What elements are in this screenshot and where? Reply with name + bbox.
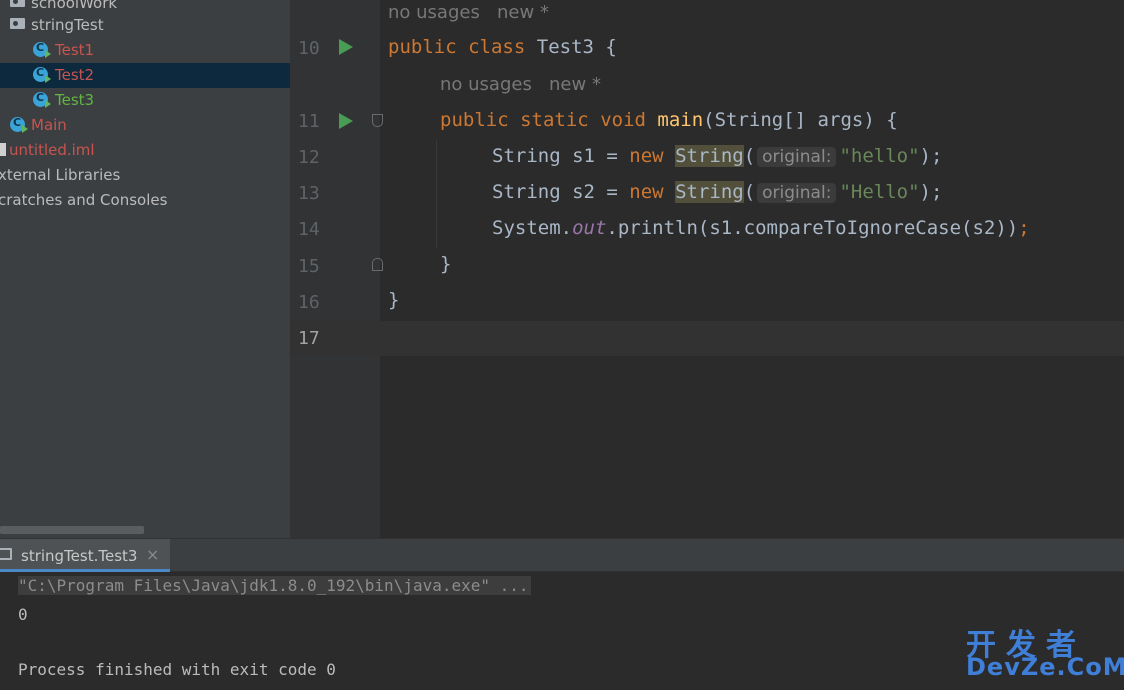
tree-item-label: schoolWork xyxy=(31,0,118,12)
java-command[interactable]: "C:\Program Files\Java\jdk1.8.0_192\bin\… xyxy=(18,576,531,595)
code-line-13: String s2 = new String(original: "Hello")… xyxy=(492,181,942,203)
code-text: ( xyxy=(743,181,756,203)
line-number: 14 xyxy=(298,219,320,240)
tree-item-label: cratches and Consoles xyxy=(0,191,168,209)
code-text: (String[] args) { xyxy=(703,109,898,131)
keyword: static xyxy=(520,109,589,131)
tree-item-test3[interactable]: Test3 xyxy=(0,88,290,113)
folder-icon xyxy=(10,18,25,29)
line-number-current: 17 xyxy=(298,328,320,349)
code-text: System. xyxy=(492,217,573,239)
keyword: public xyxy=(440,109,509,131)
parameter-hint: original: xyxy=(757,147,837,167)
static-field: out xyxy=(572,217,607,239)
fold-collapse-icon[interactable] xyxy=(372,114,383,127)
code-text: .println(s1.compareToIgnoreCase(s2)) xyxy=(606,217,1019,239)
console-exit-message: Process finished with exit code 0 xyxy=(18,660,336,679)
line-number: 11 xyxy=(298,111,320,132)
tree-item-stringtest[interactable]: stringTest xyxy=(0,13,290,38)
line-number: 15 xyxy=(298,256,320,277)
line-number: 16 xyxy=(298,292,320,313)
usages-hint[interactable]: no usages xyxy=(440,74,532,95)
highlighted-identifier: String xyxy=(675,145,744,167)
string-literal: "hello" xyxy=(839,145,920,167)
tree-item-label: Test3 xyxy=(55,91,95,109)
code-line-12: String s1 = new String(original: "hello")… xyxy=(492,145,942,167)
line-number: 10 xyxy=(298,38,320,59)
author-hint[interactable]: new * xyxy=(549,74,601,95)
indent-guide xyxy=(436,140,437,248)
code-text: ( xyxy=(743,145,756,167)
tree-item-external-libraries[interactable]: xternal Libraries xyxy=(0,163,290,188)
code-vision-hint-main[interactable]: no usages new * xyxy=(440,74,601,95)
java-class-icon xyxy=(33,91,51,108)
keyword: new xyxy=(629,181,664,203)
fold-end-icon[interactable] xyxy=(372,258,383,271)
usages-hint[interactable]: no usages xyxy=(388,2,480,23)
code-text: String s2 = xyxy=(492,181,630,203)
line-number: 12 xyxy=(298,147,320,168)
semicolon: ; xyxy=(1018,217,1030,239)
line-number: 13 xyxy=(298,183,320,204)
tree-item-label: Test1 xyxy=(55,41,95,59)
watermark-logo-domain: DevZe.CoM xyxy=(966,653,1124,681)
keyword: class xyxy=(468,36,526,58)
tree-item-label: Test2 xyxy=(55,66,95,84)
code-line-16: } xyxy=(388,289,400,311)
run-tab-label: stringTest.Test3 xyxy=(21,547,138,565)
tree-item-scratches-and-consoles[interactable]: cratches and Consoles xyxy=(0,188,290,213)
keyword: public xyxy=(388,36,457,58)
run-tool-window-header: stringTest.Test3 × xyxy=(0,538,1124,572)
close-icon[interactable]: × xyxy=(146,545,159,564)
code-line-14: System.out.println(s1.compareToIgnoreCas… xyxy=(492,217,1030,239)
tree-item-test1[interactable]: Test1 xyxy=(0,38,290,63)
tree-horizontal-scrollbar[interactable] xyxy=(0,526,144,534)
author-hint[interactable]: new * xyxy=(497,2,549,23)
tree-item-label: stringTest xyxy=(31,16,104,34)
keyword: void xyxy=(600,109,646,131)
code-text: String s1 = xyxy=(492,145,630,167)
code-text: ); xyxy=(919,145,943,167)
tree-item-label: untitled.iml xyxy=(9,141,95,159)
run-console[interactable]: "C:\Program Files\Java\jdk1.8.0_192\bin\… xyxy=(0,572,1124,690)
tree-item-untitled-iml[interactable]: untitled.iml xyxy=(0,138,290,163)
code-vision-hint-class[interactable]: no usages new * xyxy=(388,2,549,23)
tree-item-test2[interactable]: Test2 xyxy=(0,63,290,88)
java-class-icon xyxy=(33,66,51,83)
highlighted-identifier: String xyxy=(675,181,744,203)
project-tree: schoolWork stringTest Test1 Test2 Test3 … xyxy=(0,0,290,538)
folder-icon xyxy=(10,0,25,7)
tree-item-label: xternal Libraries xyxy=(0,166,121,184)
run-tab-stringtest-test3[interactable]: stringTest.Test3 × xyxy=(0,539,170,572)
code-text: ); xyxy=(919,181,943,203)
method-name: main xyxy=(657,109,704,131)
caret-line-highlight xyxy=(380,321,1124,356)
code-line-15: } xyxy=(440,253,452,275)
console-command-line[interactable]: "C:\Program Files\Java\jdk1.8.0_192\bin\… xyxy=(18,576,531,595)
java-class-icon xyxy=(33,41,51,58)
console-output: 0 xyxy=(18,605,28,624)
iml-file-icon xyxy=(0,143,6,156)
java-class-icon xyxy=(10,116,28,133)
brace: { xyxy=(593,36,617,58)
console-icon xyxy=(0,548,12,560)
run-class-icon[interactable] xyxy=(339,39,353,55)
tree-item-label: Main xyxy=(31,116,67,134)
parameter-hint: original: xyxy=(757,183,837,203)
string-literal: "Hello" xyxy=(839,181,920,203)
run-main-icon[interactable] xyxy=(339,113,353,129)
tree-item-main[interactable]: Main xyxy=(0,113,290,138)
code-line-11: public static void main(String[] args) { xyxy=(440,109,898,131)
code-line-10: public class Test3 { xyxy=(388,36,617,58)
keyword: new xyxy=(629,145,664,167)
class-name: Test3 xyxy=(536,36,594,58)
